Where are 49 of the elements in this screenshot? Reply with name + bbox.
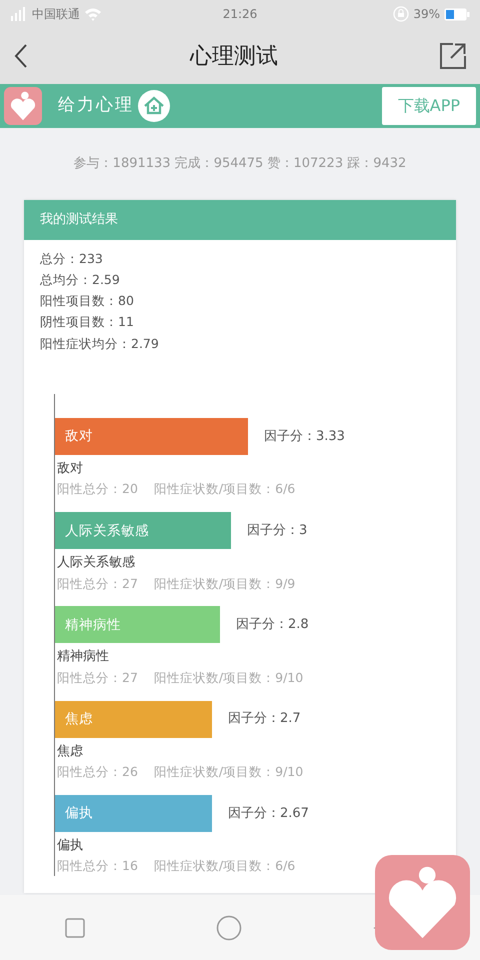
factor-name: 人际关系敏感 <box>57 554 136 572</box>
app-logo-icon[interactable] <box>375 855 470 950</box>
signal-icon <box>10 7 28 21</box>
factor-bar: 人际关系敏感 <box>55 512 231 550</box>
card-title: 我的测试结果 <box>40 210 118 229</box>
symptom-ratio: 阳性症状数/项目数：9/10 <box>154 764 304 780</box>
brand-name: 给力心理 <box>58 94 134 118</box>
factor-bar: 偏执 <box>55 794 212 832</box>
factor-score: 因子分：3 <box>246 522 308 540</box>
summary-line: 总均分：2.59 <box>40 270 121 289</box>
carrier-name: 中国联通 <box>32 6 80 23</box>
summary-line: 阳性症状均分：2.79 <box>40 334 160 353</box>
positive-total: 阳性总分：27 <box>57 670 138 685</box>
recent-apps-icon[interactable] <box>65 918 86 938</box>
summary-line: 阳性项目数：80 <box>40 292 135 310</box>
positive-total: 阳性总分：26 <box>57 764 138 780</box>
positive-total: 阳性总分：16 <box>57 858 138 874</box>
factor-score: 因子分：2.7 <box>227 710 301 728</box>
app-logo-icon <box>4 87 42 125</box>
wifi-icon <box>84 8 102 20</box>
symptom-ratio: 阳性症状数/项目数：6/6 <box>154 481 296 496</box>
battery-icon <box>444 8 470 20</box>
lock-rotation-icon <box>393 6 410 22</box>
status-time: 21:26 <box>222 6 258 23</box>
symptom-ratio: 阳性症状数/项目数：9/10 <box>154 670 304 685</box>
factor-name: 焦虑 <box>57 742 84 761</box>
home-icon[interactable] <box>138 90 170 122</box>
battery-percent: 39% <box>413 6 440 23</box>
back-icon[interactable] <box>14 43 28 69</box>
summary-line: 总分：233 <box>40 250 104 268</box>
factor-name: 敌对 <box>57 460 84 478</box>
factor-score: 因子分：2.8 <box>235 616 309 634</box>
factor-score: 因子分：2.67 <box>227 804 309 823</box>
factor-name: 精神病性 <box>57 648 110 666</box>
download-app-button[interactable]: 下载APP <box>382 87 476 125</box>
summary-line: 阴性项目数：11 <box>40 313 135 332</box>
factor-bar: 精神病性 <box>55 606 220 644</box>
factor-bar: 焦虑 <box>55 700 212 738</box>
page-title: 心理测试 <box>190 42 278 70</box>
factor-bar: 敌对 <box>55 418 248 455</box>
factor-name: 偏执 <box>57 836 84 855</box>
symptom-ratio: 阳性症状数/项目数：6/6 <box>154 858 296 874</box>
home-nav-icon[interactable] <box>216 914 242 940</box>
positive-total: 阳性总分：27 <box>57 576 138 591</box>
symptom-ratio: 阳性症状数/项目数：9/9 <box>154 576 296 591</box>
stats-text: 参与：1891133 完成：954475 赞：107223 踩：9432 <box>72 155 408 173</box>
factor-score: 因子分：3.33 <box>263 428 345 446</box>
share-icon[interactable] <box>440 43 466 69</box>
positive-total: 阳性总分：20 <box>57 481 138 496</box>
